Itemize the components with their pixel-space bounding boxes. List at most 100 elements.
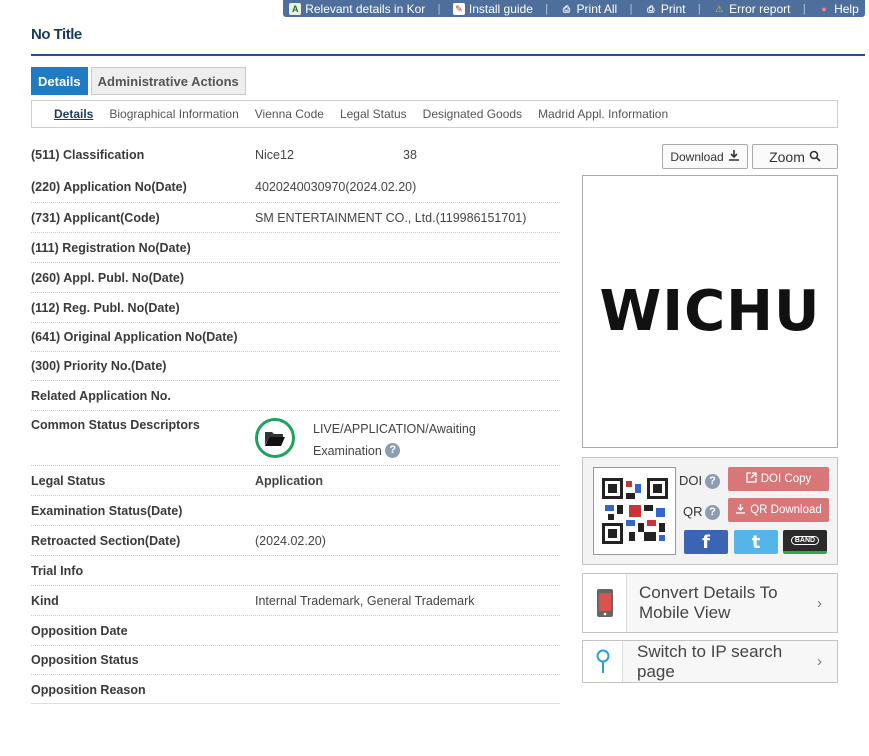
help-label: Help [834,1,859,16]
detail-row-common-status: Common Status Descriptors LIVE/APPLICATI… [31,411,560,466]
detail-label: Opposition Reason [31,683,146,697]
detail-label: (511) Classification [31,147,145,162]
detail-label: Legal Status [31,473,106,488]
classification-edition: Nice12 [255,147,294,162]
chevron-right-icon: › [817,594,822,612]
subtab-details[interactable]: Details [54,107,93,121]
detail-label: Opposition Date [31,623,128,638]
tab-administrative-actions[interactable]: Administrative Actions [90,67,246,95]
download-icon [728,149,740,164]
ip-search-label: Switch to IP search page [637,641,783,681]
print-link[interactable]: ⎙ Print [645,1,686,16]
qr-label: QR [683,504,703,519]
detail-label: Trial Info [31,563,84,578]
chevron-right-icon: › [817,653,822,670]
trademark-image[interactable]: WICHU [582,175,838,448]
qr-help-icon[interactable]: ? [705,505,720,520]
detail-value: Nice12 38 [255,148,417,162]
mobile-view-line-2: Mobile View [639,603,731,622]
warning-icon: ⚠ [715,3,724,14]
detail-value: Internal Trademark, General Trademark [255,593,475,608]
mobile-view-link[interactable]: Convert Details To Mobile View › [582,573,838,633]
qr-code-graphic [601,478,668,544]
detail-row-registration-no: (111) Registration No(Date) [31,233,560,263]
subtab-designated-goods[interactable]: Designated Goods [423,107,522,121]
ip-search-link[interactable]: Switch to IP search page › [582,640,838,683]
bottom-divider [31,703,560,704]
detail-label: (641) Original Application No(Date) [31,330,238,344]
facebook-share-button[interactable]: f [684,530,728,554]
subtab-madrid-appl-information[interactable]: Madrid Appl. Information [538,107,668,121]
band-icon: BAND [790,536,820,545]
detail-label: Retroacted Section(Date) [31,533,181,548]
zoom-button[interactable]: Zoom [752,144,838,169]
detail-row-kind: Kind Internal Trademark, General Tradema… [31,586,560,616]
download-label: Download [670,149,724,164]
page-title: No Title [31,26,82,43]
download-button[interactable]: Download [662,144,748,169]
detail-row-trial-info: Trial Info [31,556,560,586]
twitter-share-button[interactable]: t [734,530,778,554]
share-panel: DOI ? QR ? DOI Copy QR Download f t BAND [582,457,838,565]
print-all-label: Print All [576,1,618,16]
install-guide-link[interactable]: ✎ Install guide [452,2,533,16]
print-label: Print [660,1,686,16]
external-link-icon [746,472,757,486]
facebook-icon: f [702,531,710,553]
detail-label: (300) Priority No.(Date) [31,359,167,373]
print-all-link[interactable]: ⎙ Print All [561,1,618,16]
separator: | [802,2,806,15]
top-utility-bar: A Relevant details in Kor | ✎ Install gu… [283,0,865,17]
mobile-view-line-1: Convert Details To [639,583,778,602]
doi-label: DOI [679,473,703,488]
separator: | [437,2,441,15]
translate-icon: A [289,2,302,15]
detail-row-opposition-date: Opposition Date [31,616,560,646]
detail-value: Application [255,473,324,488]
separator: | [629,2,633,15]
detail-row-applicant: (731) Applicant(Code) SM ENTERTAINMENT C… [31,203,560,233]
detail-row-classification: (511) Classification Nice12 38 [31,138,560,171]
detail-value: (2024.02.20) [255,533,326,548]
printer-icon: ⎙ [647,3,655,14]
detail-label: (260) Appl. Publ. No(Date) [31,270,185,285]
relevant-details-kor-label: Relevant details in Kor [305,1,426,16]
help-icon[interactable]: ? [385,443,401,458]
mobile-phone-icon [583,574,627,632]
detail-label: Related Application No. [31,388,171,403]
relevant-details-kor-link[interactable]: A Relevant details in Kor [289,2,425,16]
search-icon [809,149,821,165]
detail-row-priority-no: (300) Priority No.(Date) [31,352,560,381]
qr-code-image [593,467,676,555]
mobile-view-text: Convert Details To Mobile View [627,583,817,623]
error-report-label: Error report [729,1,791,16]
classification-class: 38 [403,147,417,162]
detail-table: (511) Classification Nice12 38 (220) App… [31,138,560,705]
error-report-link[interactable]: ⚠ Error report [713,2,790,16]
doi-help-icon[interactable]: ? [705,474,720,489]
detail-label: (731) Applicant(Code) [31,210,160,225]
help-link[interactable]: ● Help [818,1,859,16]
doi-copy-button[interactable]: DOI Copy [728,467,829,491]
detail-label: Examination Status(Date) [31,503,183,518]
title-divider [31,54,865,56]
qr-download-label: QR Download [750,504,822,516]
tab-details[interactable]: Details [31,67,88,95]
doi-copy-label: DOI Copy [760,473,812,485]
detail-row-legal-status: Legal Status Application [31,466,560,496]
detail-row-retroacted-section: Retroacted Section(Date) (2024.02.20) [31,526,560,556]
folder-open-icon [255,418,295,458]
detail-row-appl-publ-no: (260) Appl. Publ. No(Date) [31,263,560,293]
location-pin-icon [583,641,623,682]
detail-label: Kind [31,593,59,608]
subtab-biographical-information[interactable]: Biographical Information [109,107,238,121]
detail-label: Common Status Descriptors [31,418,200,432]
main-tabs: Details Administrative Actions [31,67,246,95]
detail-row-opposition-status: Opposition Status [31,646,560,675]
subtab-vienna-code[interactable]: Vienna Code [255,107,324,121]
qr-download-button[interactable]: QR Download [728,498,829,522]
detail-label: Opposition Status [31,653,139,667]
subtab-legal-status[interactable]: Legal Status [340,107,407,121]
detail-value: LIVE/APPLICATION/Awaiting Examination ? [255,418,476,462]
band-share-button[interactable]: BAND [783,530,827,554]
